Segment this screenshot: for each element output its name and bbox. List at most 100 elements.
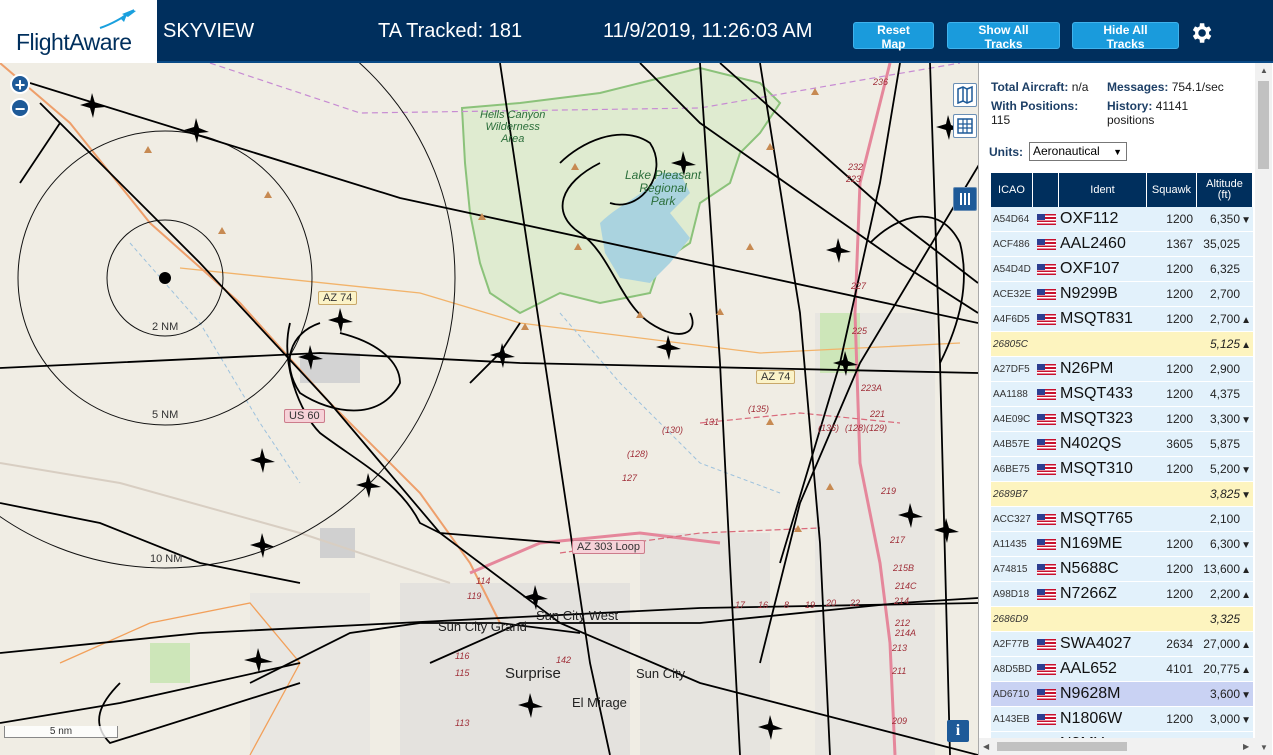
place-surprise: Surprise xyxy=(505,665,561,682)
row-altitude: 3,300▼ xyxy=(1197,412,1253,426)
sidebar-toggle-icon[interactable] xyxy=(953,187,977,211)
col-icao[interactable]: ICAO xyxy=(991,173,1033,207)
us-flag-icon xyxy=(1036,263,1056,275)
hide-all-tracks-button[interactable]: Hide All Tracks xyxy=(1072,22,1179,51)
flag-cell xyxy=(1033,538,1059,550)
table-row[interactable]: A2F77B SWA4027 2634 27,000▲ xyxy=(991,632,1253,657)
route-number: 209 xyxy=(892,716,908,726)
horizontal-scrollbar[interactable]: ◀ ▶ xyxy=(979,738,1255,755)
table-row[interactable]: AA1188 MSQT433 1200 4,375 xyxy=(991,382,1253,407)
us-flag-icon xyxy=(1036,638,1056,650)
row-squawk: 1200 xyxy=(1166,412,1193,426)
route-number: 142 xyxy=(556,655,572,665)
table-row[interactable]: 2689B7 3,825▼ xyxy=(991,482,1253,507)
table-row[interactable]: A4B57E N402QS 3605 5,875 xyxy=(991,432,1253,457)
table-row[interactable]: A6BE75 MSQT310 1200 5,200▼ xyxy=(991,457,1253,482)
table-row[interactable]: ACF486 AAL2460 1367 35,025 xyxy=(991,232,1253,257)
vertical-scrollbar[interactable]: ▲ ▼ xyxy=(1255,63,1272,755)
history-label: History: xyxy=(1107,99,1153,113)
route-number: 214 xyxy=(894,596,910,606)
app-name: SKYVIEW xyxy=(163,20,255,42)
altitude-value: 4,375 xyxy=(1209,387,1240,401)
us-flag-icon xyxy=(1036,538,1056,550)
table-row[interactable]: A143EB N1806W 1200 3,000▼ xyxy=(991,707,1253,732)
altitude-trend-icon: ▲ xyxy=(1241,640,1251,651)
table-row[interactable]: A8D5BD AAL652 4101 20,775▲ xyxy=(991,657,1253,682)
row-icao: A54D4D xyxy=(993,263,1031,275)
row-altitude: 5,200▼ xyxy=(1197,462,1253,476)
table-row[interactable]: ACE32E N9299B 1200 2,700 xyxy=(991,282,1253,307)
messages-stat: Messages: 754.1/sec xyxy=(1107,80,1224,94)
scroll-right-icon[interactable]: ▶ xyxy=(1243,742,1249,751)
zoom-out-button[interactable]: − xyxy=(10,98,30,119)
row-ident: AAL2460 xyxy=(1060,235,1126,252)
info-icon[interactable]: i xyxy=(947,720,969,742)
row-squawk: 1200 xyxy=(1166,387,1193,401)
flag-cell xyxy=(1033,463,1059,475)
table-row[interactable]: A54D64 OXF112 1200 6,350▼ xyxy=(991,207,1253,232)
table-row[interactable]: ACC327 MSQT765 2,100 xyxy=(991,507,1253,532)
scroll-thumb[interactable] xyxy=(997,742,1127,751)
units-select[interactable]: Aeronautical ▼ xyxy=(1029,142,1127,161)
col-flag[interactable] xyxy=(1033,173,1059,207)
us-flag-icon xyxy=(1036,688,1056,700)
with-positions-value: 115 xyxy=(991,113,1011,127)
row-altitude: 27,000▲ xyxy=(1197,637,1253,651)
table-row[interactable]: A54D4D OXF107 1200 6,325 xyxy=(991,257,1253,282)
scroll-up-icon[interactable]: ▲ xyxy=(1260,66,1268,75)
skyview-app: FlightAware SKYVIEW TA Tracked: 181 11/9… xyxy=(0,0,1273,755)
flag-cell xyxy=(1033,713,1059,725)
row-ident: MSQT323 xyxy=(1060,410,1133,427)
table-row[interactable]: A4F6D5 MSQT831 1200 2,700▲ xyxy=(991,307,1253,332)
table-row[interactable]: A98D18 N7266Z 1200 2,200▲ xyxy=(991,582,1253,607)
map-layer-icon[interactable] xyxy=(953,83,977,107)
gear-icon[interactable] xyxy=(1188,20,1214,46)
altitude-trend-icon: ▼ xyxy=(1241,690,1251,701)
us-flag-icon xyxy=(1036,713,1056,725)
altitude-value: 3,000 xyxy=(1209,712,1240,726)
flag-cell xyxy=(1033,563,1059,575)
grid-icon[interactable] xyxy=(953,114,977,138)
table-row[interactable]: AD6710 N9628M 3,600▼ xyxy=(991,682,1253,707)
route-number: (128)(129) xyxy=(845,423,888,433)
route-number: 211 xyxy=(892,666,907,676)
table-row[interactable]: A74815 N5688C 1200 13,600▲ xyxy=(991,557,1253,582)
route-number: 127 xyxy=(622,473,638,483)
row-icao: A11435 xyxy=(993,538,1027,550)
altitude-trend-icon: ▼ xyxy=(1241,490,1251,501)
park-label-lake-pleasant: Lake Pleasant Regional Park xyxy=(625,169,701,208)
table-row[interactable]: A11435 N169ME 1200 6,300▼ xyxy=(991,532,1253,557)
reset-map-button[interactable]: Reset Map xyxy=(853,22,934,51)
zoom-in-button[interactable]: + xyxy=(10,74,30,95)
scroll-down-icon[interactable]: ▼ xyxy=(1260,743,1268,752)
us-flag-icon xyxy=(1036,563,1056,575)
map-view[interactable]: 2 NM 5 NM 10 NM Hells Canyon Wilderness … xyxy=(0,63,978,755)
route-number: 213 xyxy=(892,643,908,653)
table-row[interactable]: 26805C 5,125▲ xyxy=(991,332,1253,357)
table-row[interactable]: A4E09C MSQT323 1200 3,300▼ xyxy=(991,407,1253,432)
flightaware-logo[interactable]: FlightAware xyxy=(0,0,157,63)
altitude-value: 2,700 xyxy=(1209,312,1240,326)
scroll-thumb[interactable] xyxy=(1258,81,1269,169)
table-row[interactable]: 2686D9 3,325 xyxy=(991,607,1253,632)
show-all-tracks-button[interactable]: Show All Tracks xyxy=(947,22,1060,51)
table-header: ICAO Ident Squawk Altitude (ft) xyxy=(991,173,1253,207)
row-ident: MSQT433 xyxy=(1060,385,1133,402)
table-row[interactable]: A27DF5 N26PM 1200 2,900 xyxy=(991,357,1253,382)
route-number: 8 xyxy=(784,600,790,610)
scroll-left-icon[interactable]: ◀ xyxy=(983,742,989,751)
route-number: 214C xyxy=(895,581,917,591)
row-ident: SWA4027 xyxy=(1060,635,1132,652)
altitude-value: 3,325 xyxy=(1209,612,1240,626)
route-number: 223 xyxy=(846,174,862,184)
col-squawk[interactable]: Squawk xyxy=(1147,173,1197,207)
range-label-5nm: 5 NM xyxy=(152,409,179,421)
route-number: 114 xyxy=(476,576,491,586)
altitude-value: 3,300 xyxy=(1209,412,1240,426)
range-label-10nm: 10 NM xyxy=(150,553,183,565)
row-altitude: 5,875 xyxy=(1197,437,1253,451)
flag-cell xyxy=(1033,263,1059,275)
col-altitude[interactable]: Altitude (ft) xyxy=(1197,173,1253,207)
col-ident[interactable]: Ident xyxy=(1059,173,1147,207)
row-altitude: 4,375 xyxy=(1197,387,1253,401)
